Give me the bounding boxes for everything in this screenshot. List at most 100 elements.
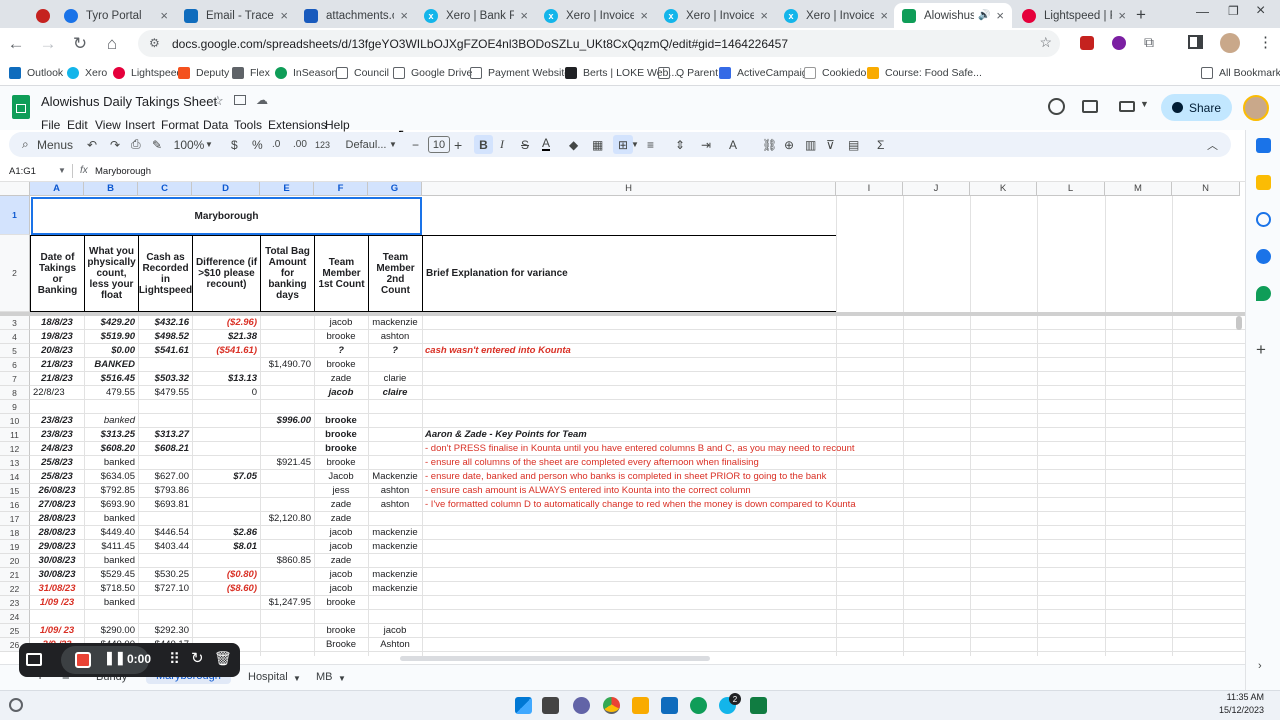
cell-f21[interactable]: jacob	[314, 568, 368, 582]
cell-d7[interactable]: $13.13	[192, 372, 260, 386]
row-header-11[interactable]: 11	[0, 428, 30, 442]
browser-tab-3[interactable]: attachments.offic×	[296, 3, 416, 28]
cell-a16[interactable]: 27/08/23	[30, 498, 84, 512]
edge-icon[interactable]	[690, 697, 707, 714]
collapse-toolbar-icon[interactable]: ︿	[1207, 135, 1218, 154]
text-rotation-icon[interactable]: A	[729, 135, 737, 154]
cell-g8[interactable]: claire	[368, 386, 422, 400]
cell-e7[interactable]	[260, 372, 314, 386]
cell-a6[interactable]: 21/8/23	[30, 358, 84, 372]
cell-d22[interactable]: ($8.60)	[192, 582, 260, 596]
align-left-icon[interactable]: ≡	[647, 135, 654, 154]
cell-f19[interactable]: jacob	[314, 540, 368, 554]
cell-b23[interactable]: banked	[84, 596, 138, 610]
close-tab-icon[interactable]: ×	[400, 8, 408, 23]
column-header-f[interactable]: F	[314, 182, 368, 196]
menu-insert[interactable]: Insert	[125, 118, 155, 132]
cell-b3[interactable]: $429.20	[84, 316, 138, 330]
row-header-22[interactable]: 22	[0, 582, 30, 596]
column-header-j[interactable]: J	[903, 182, 970, 196]
percent-format-button[interactable]: %	[252, 135, 263, 154]
cell-c23[interactable]	[138, 596, 192, 610]
cell-g21[interactable]: mackenzie	[368, 568, 422, 582]
cell-e17[interactable]: $2,120.80	[260, 512, 314, 526]
cell-b7[interactable]: $516.45	[84, 372, 138, 386]
cell-f8[interactable]: jacob	[314, 386, 368, 400]
cell-b24[interactable]	[84, 610, 138, 624]
add-on-plus-icon[interactable]: +	[1256, 340, 1266, 360]
menu-file[interactable]: File	[41, 118, 60, 132]
cell-a9[interactable]	[30, 400, 84, 414]
bookmark-flex[interactable]: Flex	[232, 65, 270, 81]
bookmark-lightspeed[interactable]: Lightspeed	[113, 65, 182, 81]
cell-f4[interactable]: brooke	[314, 330, 368, 344]
cell-d16[interactable]	[192, 498, 260, 512]
cell-a19[interactable]: 29/08/23	[30, 540, 84, 554]
bookmark-xero[interactable]: Xero	[67, 65, 107, 81]
cell-e13[interactable]: $921.45	[260, 456, 314, 470]
restart-icon[interactable]: ↻	[191, 649, 204, 667]
cell-h5[interactable]: cash wasn't entered into Kounta	[422, 344, 574, 358]
cell-c3[interactable]: $432.16	[138, 316, 192, 330]
cell-b11[interactable]: $313.25	[84, 428, 138, 442]
cell-a15[interactable]: 26/08/23	[30, 484, 84, 498]
filter-icon[interactable]: ⊽	[826, 135, 835, 154]
cell-b15[interactable]: $792.85	[84, 484, 138, 498]
cell-f23[interactable]: brooke	[314, 596, 368, 610]
cell-a5[interactable]: 20/8/23	[30, 344, 84, 358]
cell-e6[interactable]: $1,490.70	[260, 358, 314, 372]
sheet-tab-mb[interactable]: MB	[316, 671, 333, 683]
chevron-down-icon[interactable]: ▼	[205, 135, 213, 154]
cell-e15[interactable]	[260, 484, 314, 498]
chevron-down-icon[interactable]: ▼	[293, 674, 301, 683]
close-tab-icon[interactable]: ×	[996, 8, 1004, 23]
file-explorer-icon[interactable]	[632, 697, 649, 714]
cell-c9[interactable]	[138, 400, 192, 414]
font-select[interactable]: Defaul...	[346, 135, 387, 154]
cell-d8[interactable]: 0	[192, 386, 260, 400]
cell-c22[interactable]: $727.10	[138, 582, 192, 596]
column-header-e[interactable]: E	[260, 182, 314, 196]
cell-g10[interactable]	[368, 414, 422, 428]
cell-g11[interactable]	[368, 428, 422, 442]
paint-format-icon[interactable]: ✎	[152, 135, 162, 154]
cell-g26[interactable]: Ashton	[368, 638, 422, 652]
row-header-20[interactable]: 20	[0, 554, 30, 568]
row-header-4[interactable]: 4	[0, 330, 30, 344]
column-header-d[interactable]: D	[192, 182, 260, 196]
cell-g13[interactable]	[368, 456, 422, 470]
cell-g15[interactable]: ashton	[368, 484, 422, 498]
sheet-grid[interactable]: ABCDEFGHIJKLMN 1 Maryborough 2 Date of Taki…	[0, 182, 1245, 656]
close-window-button[interactable]: ×	[1256, 2, 1265, 20]
cell-a14[interactable]: 25/8/23	[30, 470, 84, 484]
cell-g3[interactable]: mackenzie	[368, 316, 422, 330]
cell-f16[interactable]: zade	[314, 498, 368, 512]
expand-panel-icon[interactable]: ›	[1258, 660, 1262, 672]
insert-comment-icon[interactable]: ⊕	[784, 135, 794, 154]
strikethrough-button[interactable]: S	[521, 135, 529, 154]
chevron-down-icon[interactable]: ▼	[58, 166, 66, 175]
cell-f26[interactable]: Brooke	[314, 638, 368, 652]
chevron-down-icon[interactable]: ▼	[631, 135, 639, 154]
cell-h4[interactable]	[422, 330, 428, 344]
calendar-icon[interactable]	[1256, 138, 1271, 153]
cell-d6[interactable]	[192, 358, 260, 372]
column-header-h[interactable]: H	[422, 182, 836, 196]
redo-icon[interactable]: ↷	[110, 135, 120, 154]
column-header-b[interactable]: B	[84, 182, 138, 196]
cell-h19[interactable]	[422, 540, 428, 554]
tasks-icon[interactable]	[1256, 212, 1271, 227]
cell-g18[interactable]: mackenzie	[368, 526, 422, 540]
cell-e20[interactable]: $860.85	[260, 554, 314, 568]
side-panel-icon[interactable]	[1188, 35, 1203, 49]
cell-e24[interactable]	[260, 610, 314, 624]
user-avatar[interactable]	[1243, 95, 1269, 121]
chevron-down-icon[interactable]: ▼	[389, 135, 397, 154]
bookmark-council[interactable]: Council	[336, 65, 389, 81]
extension-icon[interactable]	[1080, 36, 1094, 50]
cell-e16[interactable]	[260, 498, 314, 512]
cell-g9[interactable]	[368, 400, 422, 414]
cell-g7[interactable]: clarie	[368, 372, 422, 386]
cell-e3[interactable]	[260, 316, 314, 330]
cell-h7[interactable]	[422, 372, 428, 386]
